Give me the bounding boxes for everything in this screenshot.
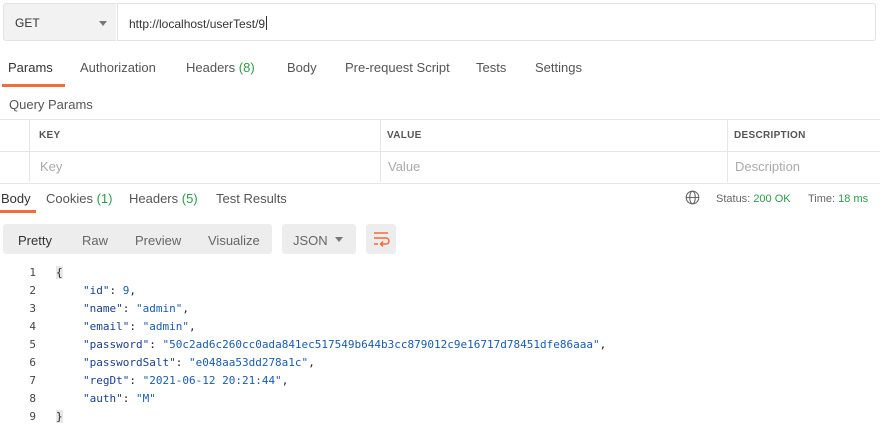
tab-pre-request-script[interactable]: Pre-request Script [345, 60, 450, 75]
status-label: Status: [716, 193, 751, 205]
code-line: { [56, 266, 63, 279]
line-number: 7 [29, 374, 36, 387]
response-tab-test-results[interactable]: Test Results [216, 191, 287, 206]
view-visualize-button[interactable]: Visualize [208, 233, 260, 248]
code-line: "id": 9, [83, 284, 136, 297]
code-line: "passwordSalt": "e048aa53dd278a1c", [83, 356, 315, 369]
code-line: "password": "50c2ad6c260cc0ada841ec51754… [83, 338, 607, 351]
code-line: } [56, 410, 63, 423]
view-pretty-button[interactable]: Pretty [18, 233, 52, 248]
key-input[interactable]: Key [40, 159, 62, 174]
tab-settings[interactable]: Settings [535, 60, 582, 75]
code-line: "regDt": "2021-06-12 20:21:44", [83, 374, 289, 387]
tab-params[interactable]: Params [8, 60, 53, 75]
query-params-table: KEY VALUE DESCRIPTION Key Value Descript… [0, 119, 880, 184]
tab-authorization[interactable]: Authorization [80, 60, 156, 75]
line-number: 9 [29, 410, 36, 423]
line-number: 8 [29, 392, 36, 405]
line-number: 6 [29, 356, 36, 369]
line-number: 3 [29, 302, 36, 315]
line-number: 2 [29, 284, 36, 297]
chevron-down-icon [99, 21, 107, 26]
column-header-key: KEY [39, 130, 61, 141]
format-label: JSON [293, 233, 328, 248]
active-tab-indicator [2, 84, 65, 87]
query-params-title: Query Params [9, 97, 93, 112]
code-line: "name": "admin", [83, 302, 189, 315]
wrap-lines-button[interactable] [366, 224, 396, 254]
tab-tests[interactable]: Tests [476, 60, 506, 75]
code-line: "email": "admin", [83, 320, 196, 333]
cookies-count: (1) [96, 191, 113, 206]
format-select[interactable]: JSON [282, 224, 356, 254]
url-input[interactable]: http://localhost/userTest/9 [117, 3, 876, 41]
description-input[interactable]: Description [735, 159, 800, 174]
response-headers-count: (5) [181, 191, 198, 206]
status-value: 200 OK [753, 193, 791, 205]
time-value: 18 ms [838, 193, 869, 205]
tab-body[interactable]: Body [287, 60, 317, 75]
view-mode-switch: Pretty Raw Preview Visualize [3, 224, 272, 254]
view-raw-button[interactable]: Raw [82, 233, 108, 248]
response-status: Status: 200 OK [716, 193, 791, 205]
response-time: Time: 18 ms [808, 193, 868, 205]
url-value: http://localhost/userTest/9 [129, 17, 266, 31]
response-tab-headers[interactable]: Headers (5) [129, 191, 198, 206]
line-number: 5 [29, 338, 36, 351]
globe-icon[interactable] [685, 190, 700, 205]
view-preview-button[interactable]: Preview [135, 233, 181, 248]
response-tab-cookies[interactable]: Cookies (1) [46, 191, 112, 206]
code-line: "auth": "M" [83, 392, 156, 405]
response-tab-body[interactable]: Body [1, 191, 31, 206]
value-input[interactable]: Value [388, 159, 420, 174]
time-label: Time: [808, 193, 836, 205]
column-header-value: VALUE [387, 130, 422, 141]
method-label: GET [15, 16, 40, 30]
line-number: 1 [29, 266, 36, 279]
active-response-tab-indicator [0, 210, 36, 213]
line-number: 4 [29, 320, 36, 333]
tab-headers[interactable]: Headers (8) [186, 60, 255, 75]
wrap-lines-icon [374, 232, 390, 248]
method-select[interactable]: GET [3, 3, 116, 41]
column-header-description: DESCRIPTION [734, 130, 806, 141]
chevron-down-icon [335, 237, 343, 242]
headers-count: (8) [238, 60, 255, 75]
